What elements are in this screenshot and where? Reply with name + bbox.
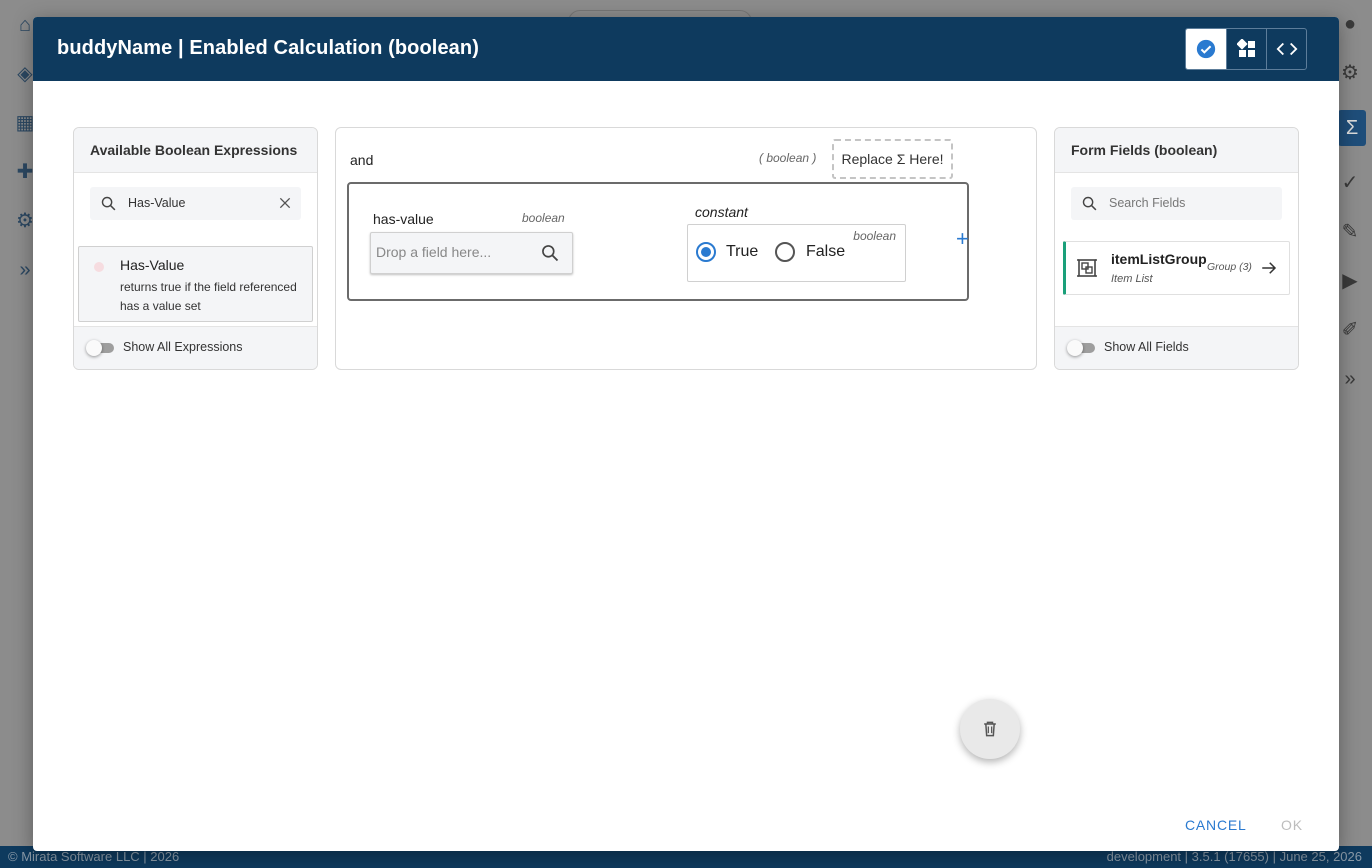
account-icon: ●: [1343, 13, 1357, 35]
dialog-title: buddyName | Enabled Calculation (boolean…: [57, 37, 479, 59]
panel-footer: Show All Fields: [1055, 326, 1298, 369]
drop-placeholder: Drop a field here...: [376, 244, 492, 260]
search-icon[interactable]: [540, 243, 560, 263]
brush-icon: ✐: [1341, 319, 1359, 341]
has-value-type: boolean: [522, 211, 565, 225]
field-search-input[interactable]: Search Fields: [1071, 187, 1282, 220]
search-icon: [1082, 196, 1097, 211]
visual-builder-button[interactable]: [1226, 29, 1266, 69]
true-radio-label: True: [726, 243, 759, 260]
gear-icon: ⚙: [1341, 62, 1359, 84]
constant-value-box: boolean True False: [687, 224, 906, 282]
replace-drop-zone[interactable]: Replace Σ Here!: [832, 139, 953, 179]
search-placeholder: Search Fields: [1109, 196, 1186, 210]
expression-indicator: [94, 262, 104, 272]
form-fields-panel: Form Fields (boolean) Search Fields item…: [1054, 127, 1299, 370]
sigma-icon: Σ: [1338, 110, 1366, 146]
true-radio[interactable]: [696, 242, 716, 262]
available-expressions-panel: Available Boolean Expressions Has-Value …: [73, 127, 318, 370]
calculation-dialog: buddyName | Enabled Calculation (boolean…: [33, 17, 1339, 851]
toggle-label: Show All Fields: [1104, 340, 1189, 354]
expression-name: Has-Value: [120, 257, 185, 273]
field-meta: Group (3): [1207, 261, 1252, 273]
panel-footer: Show All Expressions: [74, 326, 317, 369]
check-icon: ✓: [1341, 172, 1359, 194]
operator-label: and: [350, 152, 374, 168]
show-all-fields-toggle[interactable]: [1067, 340, 1097, 356]
constant-label: constant: [695, 204, 748, 220]
play-icon: ▶: [1342, 270, 1358, 292]
list-item[interactable]: itemListGroup Item List Group (3): [1063, 241, 1290, 295]
expression-builder-panel: and ( boolean ) Replace Σ Here! has-valu…: [335, 127, 1037, 370]
wrench-icon: ✎: [1341, 221, 1359, 243]
cancel-button[interactable]: CANCEL: [1185, 817, 1247, 833]
arrow-right-icon[interactable]: [1260, 259, 1278, 277]
delete-drop-button[interactable]: [960, 699, 1020, 759]
toggle-label: Show All Expressions: [123, 340, 243, 354]
close-icon[interactable]: [277, 195, 293, 211]
constant-type: boolean: [853, 229, 896, 243]
search-value: Has-Value: [128, 196, 186, 210]
ok-button[interactable]: OK: [1281, 817, 1303, 833]
field-subtitle: Item List: [1111, 273, 1153, 285]
background-right-nav: ● ⚙ Σ ✓ ✎ ▶ ✐ »: [1338, 12, 1366, 416]
has-value-label: has-value: [373, 211, 434, 227]
field-drop-input[interactable]: Drop a field here...: [370, 232, 573, 274]
panel-title: Form Fields (boolean): [1055, 128, 1298, 173]
false-radio[interactable]: [775, 242, 795, 262]
validate-view-button[interactable]: [1186, 29, 1226, 69]
and-expression-group: has-value boolean Drop a field here... c…: [347, 182, 969, 301]
code-view-button[interactable]: [1266, 29, 1306, 69]
code-icon: [1276, 42, 1297, 56]
false-radio-label: False: [806, 243, 846, 260]
list-item[interactable]: Has-Value returns true if the field refe…: [78, 246, 313, 322]
double-chevron-icon: »: [1344, 368, 1356, 390]
expression-description: returns true if the field referenced has…: [120, 280, 297, 313]
dashboard-icon: [1236, 39, 1255, 57]
dialog-header: buddyName | Enabled Calculation (boolean…: [33, 17, 1339, 81]
show-all-expressions-toggle[interactable]: [86, 340, 116, 356]
expression-search-input[interactable]: Has-Value: [90, 187, 301, 220]
field-name: itemListGroup: [1111, 251, 1207, 267]
search-icon: [101, 196, 116, 211]
view-mode-toolbar: [1185, 28, 1307, 70]
trash-icon: [984, 721, 996, 737]
group-icon: [1077, 259, 1097, 277]
check-circle-icon: [1196, 39, 1216, 59]
add-operand-button[interactable]: +: [956, 228, 969, 250]
panel-title: Available Boolean Expressions: [74, 128, 317, 173]
operator-type: ( boolean ): [759, 151, 817, 165]
